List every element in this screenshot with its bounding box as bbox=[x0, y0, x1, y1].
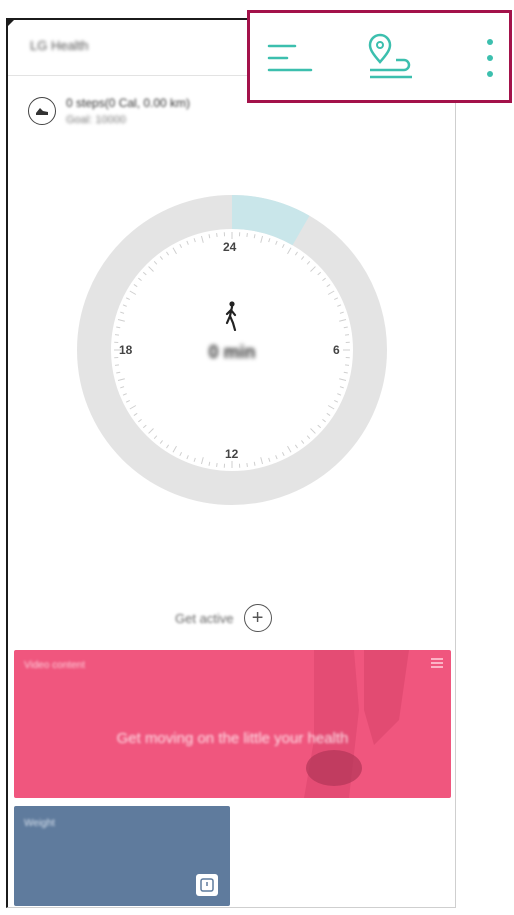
card-menu-icon bbox=[431, 658, 443, 668]
more-options-icon bbox=[487, 39, 493, 77]
menu-button[interactable] bbox=[265, 33, 315, 83]
dial-tick bbox=[344, 364, 350, 366]
dial-tick bbox=[114, 334, 120, 336]
location-route-button[interactable] bbox=[362, 33, 412, 83]
weight-card[interactable]: Weight bbox=[14, 806, 230, 906]
dial-tick bbox=[246, 232, 248, 238]
dial-tick bbox=[114, 364, 120, 366]
dial-tick bbox=[216, 232, 218, 238]
location-route-icon bbox=[368, 33, 412, 79]
app-title: LG Health bbox=[30, 38, 89, 53]
dial-tick bbox=[246, 462, 248, 468]
more-options-button[interactable] bbox=[465, 33, 514, 83]
shoe-icon bbox=[28, 97, 56, 125]
promo-card[interactable]: Video content Get moving on the little y… bbox=[14, 650, 451, 798]
get-active-button[interactable]: Get active + bbox=[175, 604, 272, 632]
runner-image bbox=[304, 650, 409, 798]
progress-arc bbox=[231, 195, 310, 246]
get-active-label: Get active bbox=[175, 610, 234, 626]
hour-label-24: 24 bbox=[223, 240, 237, 254]
plus-icon: + bbox=[243, 604, 272, 632]
screen-corner bbox=[6, 18, 16, 28]
hour-label-6: 6 bbox=[333, 343, 340, 357]
menu-icon bbox=[267, 44, 313, 72]
dial-tick bbox=[216, 462, 218, 468]
steps-summary: 0 steps(0 Cal, 0.00 km) bbox=[66, 96, 191, 110]
walking-person-icon bbox=[225, 301, 237, 331]
weight-label: Weight bbox=[24, 818, 55, 829]
hour-label-18: 18 bbox=[119, 343, 133, 357]
scale-icon bbox=[196, 874, 218, 896]
toolbar-highlight bbox=[247, 10, 512, 103]
dial-tick bbox=[344, 334, 350, 336]
hour-label-12: 12 bbox=[225, 447, 239, 461]
promo-text: Get moving on the little your health bbox=[116, 730, 349, 747]
steps-goal: Goal: 10000 bbox=[66, 114, 126, 126]
promo-label: Video content bbox=[24, 660, 85, 671]
active-time-value: 0 min bbox=[208, 342, 256, 362]
